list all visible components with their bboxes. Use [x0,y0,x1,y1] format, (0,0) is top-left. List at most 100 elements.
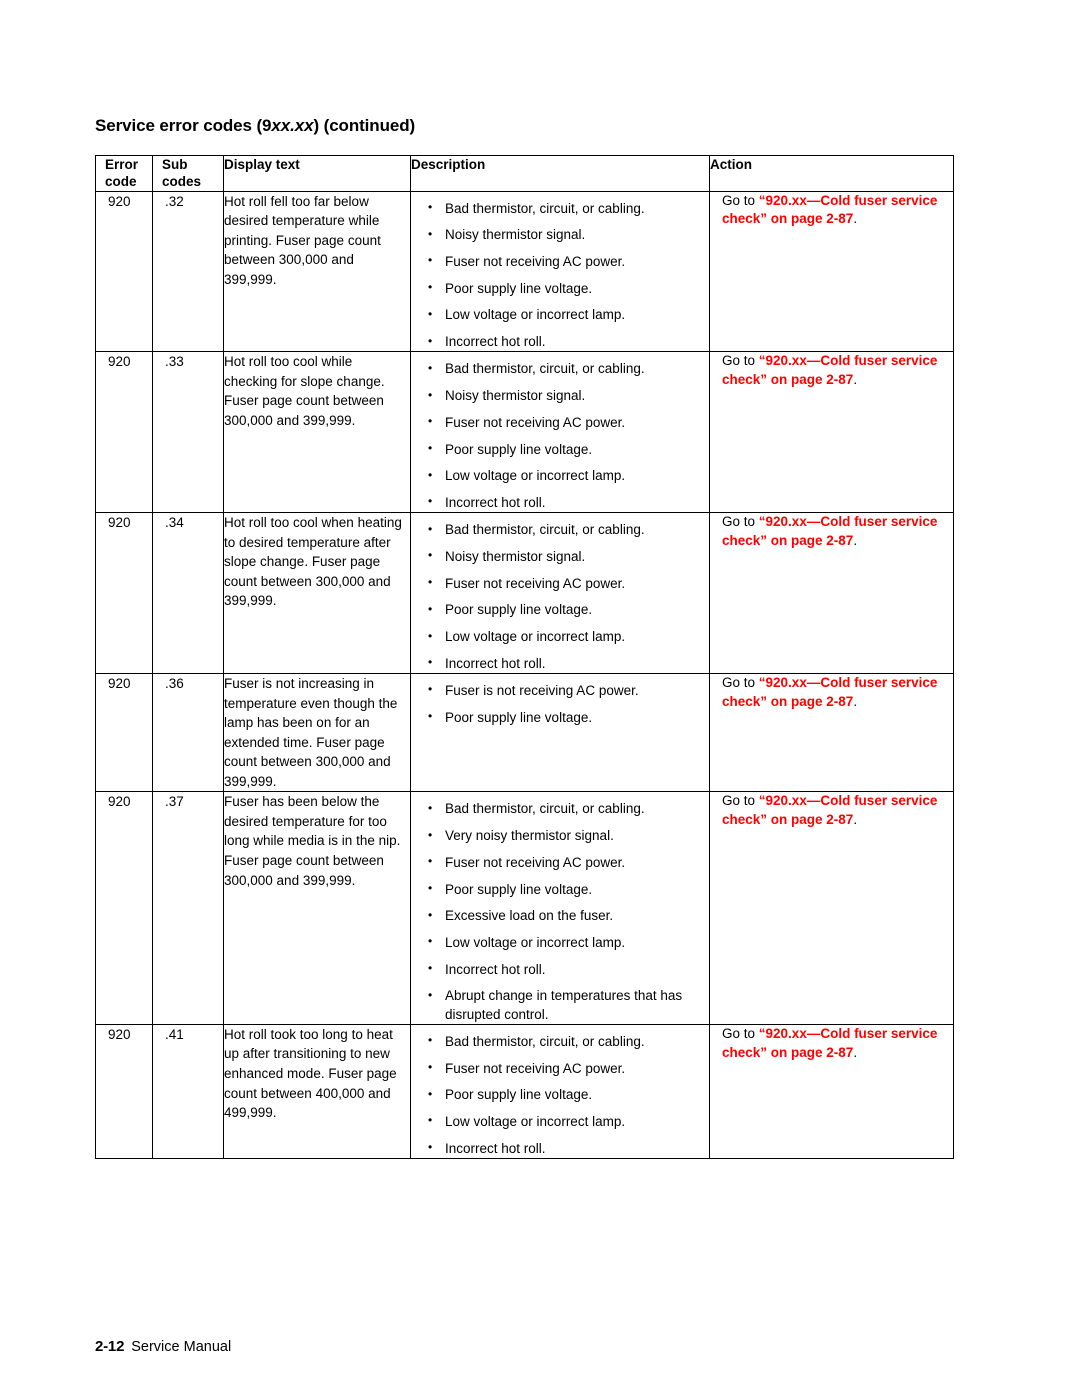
description-bullet: Bad thermistor, circuit, or cabling. [425,521,709,539]
description-bullet: Poor supply line voltage. [425,279,709,298]
description-bullet: Bad thermistor, circuit, or cabling. [425,1032,709,1051]
table-header-row: Error code Sub codes Display text Descri… [95,155,954,192]
description-bullet: Excessive load on the fuser. [425,907,709,925]
cell-description: Bad thermistor, circuit, or cabling. Nois… [410,190,710,353]
description-bullet: Fuser not receiving AC power. [425,252,709,271]
description-bullet: Bad thermistor, circuit, or cabling. [425,800,709,818]
description-bullet: Low voltage or incorrect lamp. [425,628,709,646]
cell-sub-code: .34 [152,512,224,674]
cell-description: Bad thermistor, circuit, or cabling. Nois… [410,512,710,674]
cell-action: Go to “920.xx—Cold fuser service check” … [709,190,954,353]
cell-display-text: Fuser has been below the desired tempera… [223,791,411,1025]
table-row: 920.37 Fuser has been below the desired t… [95,791,954,1025]
description-bullet: Low voltage or incorrect lamp. [425,1112,709,1131]
description-bullet: Incorrect hot roll. [425,333,709,351]
sub-codes-header-line2: codes [162,174,202,190]
footer-page-number: 2-12 [95,1338,125,1355]
cell-sub-code: .36 [152,672,224,793]
action-tail-text: . [853,693,858,709]
cell-display-text: Hot roll fell too far below desired temp… [223,190,411,353]
description-bullet: Fuser not receiving AC power. [425,574,709,593]
cell-error-code: 920 [95,791,153,1025]
description-bullet: Bad thermistor, circuit, or cabling. [425,360,709,378]
action-lead-text: Go to [722,1025,759,1041]
action-tail-text: . [853,812,858,828]
cell-sub-code: .33 [152,351,224,514]
column-header-action: Action [709,155,954,192]
description-bullet: Poor supply line voltage. [425,1086,709,1104]
cell-description: Bad thermistor, circuit, or cabling. Nois… [410,351,710,514]
description-bullet: Poor supply line voltage. [425,708,709,727]
description-bullet: Low voltage or incorrect lamp. [425,933,709,952]
manual-page: Service error codes (9xx.xx) (continued)… [0,0,1080,1397]
description-bullet: Incorrect hot roll. [425,960,709,979]
action-lead-text: Go to [722,192,759,208]
table-header: Error code Sub codes Display text Descri… [95,155,954,192]
action-tail-text: . [853,533,858,549]
cell-description: Bad thermistor, circuit, or cabling. Very… [410,791,710,1025]
description-bullet: Low voltage or incorrect lamp. [425,467,709,485]
action-tail-text: . [853,211,858,227]
table-row: 920.41 Hot roll took too long to heat up … [95,1023,954,1159]
action-tail-text: . [853,372,858,388]
cell-sub-code: .32 [152,190,224,353]
description-bullet-list: Fuser is not receiving AC power. Poor sup… [425,681,709,727]
description-bullet: Noisy thermistor signal. [425,387,709,405]
cell-description: Fuser is not receiving AC power. Poor sup… [410,672,710,793]
description-bullet: Low voltage or incorrect lamp. [425,306,709,324]
description-bullet-list: Bad thermistor, circuit, or cabling. Nois… [425,360,709,512]
column-header-sub-codes: Sub codes [152,155,224,192]
page-title-italic: xx.xx [271,116,314,135]
table-body: 920.32 Hot roll fell too far below desire… [95,190,954,1159]
error-code-header-line2: code [105,174,137,190]
column-header-error-code: Error code [95,155,153,192]
description-bullet: Noisy thermistor signal. [425,226,709,244]
table-row: 920.34 Hot roll too cool when heating to … [95,512,954,674]
description-bullet: Poor supply line voltage. [425,880,709,899]
description-bullet: Poor supply line voltage. [425,601,709,619]
cell-display-text: Hot roll too cool while checking for slo… [223,351,411,514]
service-error-codes-table: Error code Sub codes Display text Descri… [95,155,954,1159]
action-tail-text: . [853,1044,858,1060]
table-row: 920.36 Fuser is not increasing in tempera… [95,672,954,793]
cell-error-code: 920 [95,351,153,514]
description-bullet: Fuser not receiving AC power. [425,1059,709,1078]
column-header-display-text: Display text [223,155,411,192]
table-row: 920.33 Hot roll too cool while checking f… [95,351,954,514]
description-bullet: Abrupt change in temperatures that has d… [425,987,709,1023]
description-bullet: Very noisy thermistor signal. [425,827,709,845]
cell-error-code: 920 [95,512,153,674]
description-bullet: Incorrect hot roll. [425,654,709,673]
cell-sub-code: .41 [152,1023,224,1159]
cell-display-text: Fuser is not increasing in temperature e… [223,672,411,793]
description-bullet: Bad thermistor, circuit, or cabling. [425,199,709,218]
action-lead-text: Go to [722,514,759,530]
description-bullet: Fuser not receiving AC power. [425,853,709,872]
cell-description: Bad thermistor, circuit, or cabling. Fuse… [410,1023,710,1159]
description-bullet: Fuser is not receiving AC power. [425,681,709,700]
description-bullet-list: Bad thermistor, circuit, or cabling. Fuse… [425,1032,709,1158]
sub-codes-header-line1: Sub [162,157,188,172]
footer-label: Service Manual [131,1339,232,1355]
cell-error-code: 920 [95,190,153,353]
action-lead-text: Go to [722,674,759,690]
description-bullet-list: Bad thermistor, circuit, or cabling. Nois… [425,199,709,352]
description-bullet-list: Bad thermistor, circuit, or cabling. Very… [425,800,709,1023]
cell-action: Go to “920.xx—Cold fuser service check” … [709,512,954,674]
page-title: Service error codes (9xx.xx) (continued) [95,116,415,136]
cell-display-text: Hot roll took too long to heat up after … [223,1023,411,1159]
column-header-description: Description [410,155,710,192]
description-bullet: Incorrect hot roll. [425,1139,709,1158]
description-bullet-list: Bad thermistor, circuit, or cabling. Nois… [425,521,709,673]
cell-action: Go to “920.xx—Cold fuser service check” … [709,1023,954,1159]
cell-action: Go to “920.xx—Cold fuser service check” … [709,351,954,514]
cell-display-text: Hot roll too cool when heating to desire… [223,512,411,674]
page-title-suffix: ) (continued) [313,116,416,135]
cell-action: Go to “920.xx—Cold fuser service check” … [709,672,954,793]
action-lead-text: Go to [722,353,759,369]
cell-action: Go to “920.xx—Cold fuser service check” … [709,791,954,1025]
page-title-prefix: Service error codes (9 [95,116,272,135]
cell-error-code: 920 [95,1023,153,1159]
description-bullet: Fuser not receiving AC power. [425,413,709,432]
page-footer: 2-12 Service Manual [95,1338,231,1355]
